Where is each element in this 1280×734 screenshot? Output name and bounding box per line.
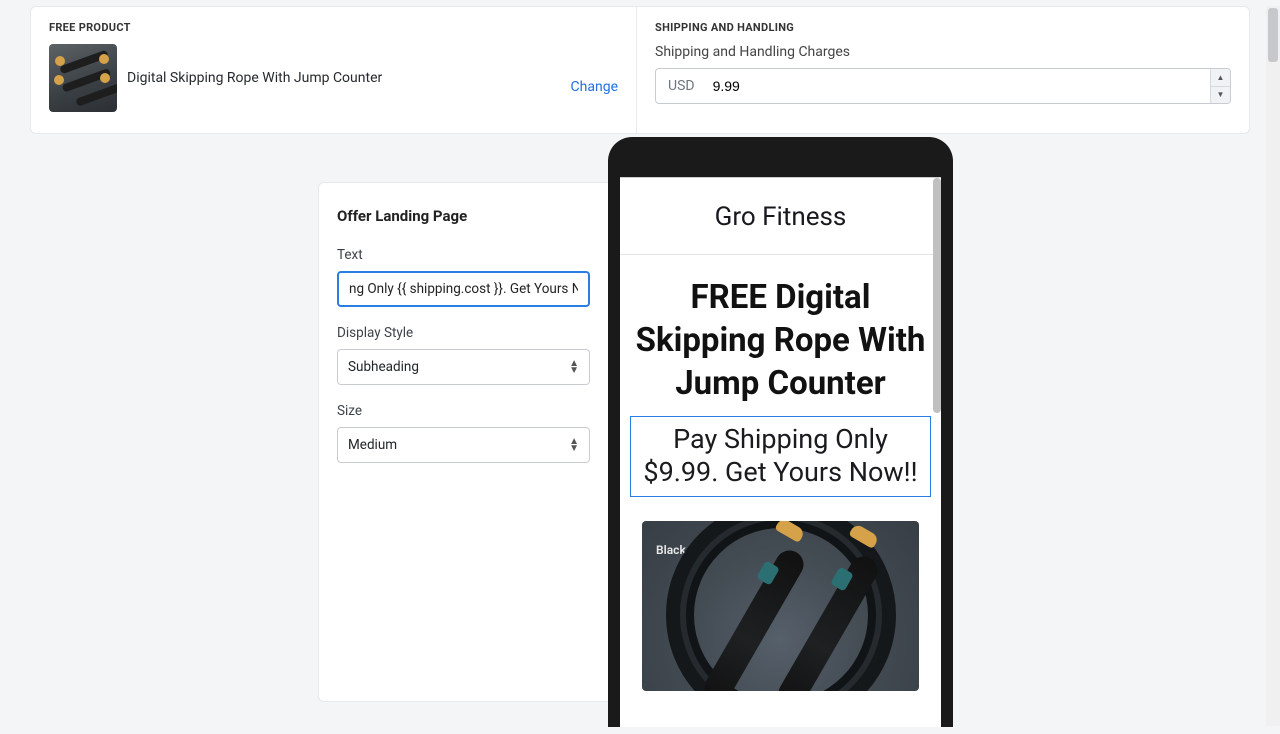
size-label: Size bbox=[337, 403, 590, 419]
size-select[interactable]: Medium ▲▼ bbox=[337, 427, 590, 463]
shipping-section-label: SHIPPING AND HANDLING bbox=[655, 21, 1231, 34]
phone-scrollbar[interactable] bbox=[933, 178, 941, 413]
stepper-down-icon[interactable]: ▼ bbox=[1211, 87, 1230, 104]
product-hero-image: Black bbox=[642, 521, 919, 691]
phone-preview-frame: Gro Fitness FREE Digital Skipping Rope W… bbox=[608, 137, 953, 727]
product-thumbnail bbox=[49, 44, 117, 112]
display-style-label: Display Style bbox=[337, 325, 590, 341]
offer-subheading: Pay Shipping Only $9.99. Get Yours Now!! bbox=[630, 416, 931, 498]
select-caret-icon: ▲▼ bbox=[569, 438, 579, 452]
shipping-cost-input[interactable] bbox=[707, 69, 1210, 103]
stepper-up-icon[interactable]: ▲ bbox=[1211, 69, 1230, 87]
display-style-select[interactable]: Subheading ▲▼ bbox=[337, 349, 590, 385]
shipping-field-label: Shipping and Handling Charges bbox=[655, 44, 1231, 60]
store-name: Gro Fitness bbox=[630, 202, 931, 232]
window-scrollbar[interactable] bbox=[1266, 6, 1280, 726]
change-product-link[interactable]: Change bbox=[571, 79, 618, 95]
display-style-group: Display Style Subheading ▲▼ bbox=[337, 325, 590, 385]
window-scrollbar-thumb[interactable] bbox=[1268, 8, 1278, 62]
size-group: Size Medium ▲▼ bbox=[337, 403, 590, 463]
shipping-input-group: USD ▲ ▼ bbox=[655, 68, 1231, 104]
text-group: Text bbox=[337, 247, 590, 307]
display-style-value: Subheading bbox=[348, 359, 419, 375]
shipping-stepper: ▲ ▼ bbox=[1210, 69, 1230, 103]
select-caret-icon: ▲▼ bbox=[569, 360, 579, 374]
lower-area: Offer Landing Page Text Display Style Su… bbox=[0, 174, 1280, 734]
settings-title: Offer Landing Page bbox=[337, 207, 590, 225]
top-card: FREE PRODUCT Digital Skipping Rope With … bbox=[30, 6, 1250, 134]
text-label: Text bbox=[337, 247, 590, 263]
currency-prefix: USD bbox=[656, 69, 707, 103]
shipping-section: SHIPPING AND HANDLING Shipping and Handl… bbox=[637, 7, 1249, 133]
offer-headline: FREE Digital Skipping Rope With Jump Cou… bbox=[630, 277, 931, 406]
product-name: Digital Skipping Rope With Jump Counter bbox=[127, 70, 382, 86]
offer-text-input[interactable] bbox=[337, 271, 590, 307]
store-header: Gro Fitness bbox=[620, 178, 941, 254]
free-product-section-label: FREE PRODUCT bbox=[49, 21, 618, 34]
product-row: Digital Skipping Rope With Jump Counter bbox=[49, 44, 618, 112]
phone-screen: Gro Fitness FREE Digital Skipping Rope W… bbox=[620, 177, 941, 727]
settings-panel: Offer Landing Page Text Display Style Su… bbox=[318, 182, 608, 702]
free-product-section: FREE PRODUCT Digital Skipping Rope With … bbox=[31, 7, 637, 133]
size-value: Medium bbox=[348, 437, 397, 453]
offer-body: FREE Digital Skipping Rope With Jump Cou… bbox=[620, 255, 941, 703]
